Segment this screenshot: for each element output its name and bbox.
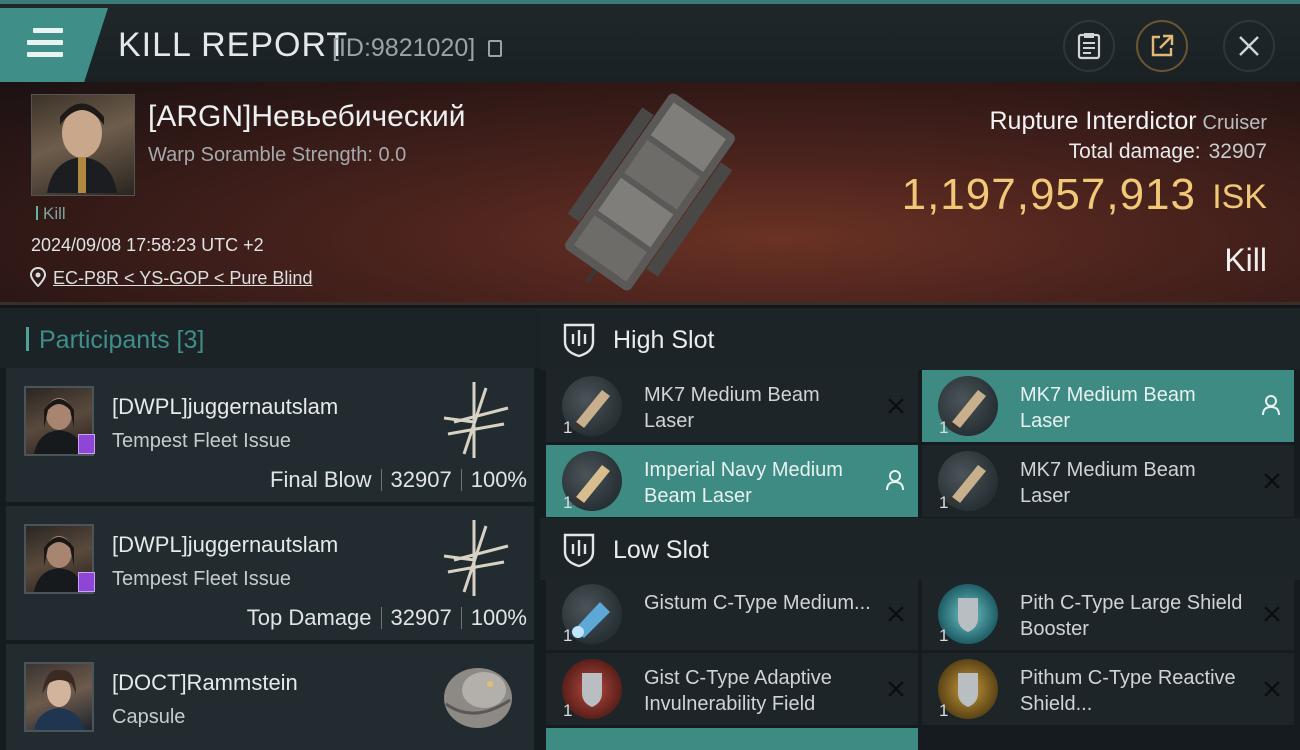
module-item[interactable]: 1 Pithum C-Type Reactive Shield... bbox=[922, 653, 1294, 725]
avatar bbox=[24, 662, 94, 732]
ship-icon bbox=[443, 520, 509, 596]
module-name: MK7 Medium Beam Laser bbox=[1020, 384, 1196, 432]
warp-scramble-strength: Warp Soramble Strength: 0.0 bbox=[148, 144, 407, 166]
status-badge bbox=[78, 572, 95, 592]
menu-icon bbox=[27, 28, 63, 64]
module-item[interactable]: 1 Gist C-Type Adaptive Invulnerability F… bbox=[546, 653, 918, 725]
clipboard-icon bbox=[1077, 33, 1101, 60]
participant-stats: Final Blow 32907 100% bbox=[270, 467, 527, 493]
victim-panel: [ARGN]Невьебический Warp Soramble Streng… bbox=[0, 82, 1300, 305]
page-title: KILL REPORT bbox=[118, 26, 349, 64]
participant-name[interactable]: [DWPL]juggernautslam bbox=[112, 394, 338, 420]
kill-tag: Kill bbox=[36, 204, 66, 224]
destroyed-icon bbox=[1264, 473, 1280, 489]
module-item[interactable]: 1 Imperial Navy Medium Beam Laser bbox=[546, 445, 918, 517]
share-button[interactable] bbox=[1136, 20, 1188, 72]
victim-name[interactable]: [ARGN]Невьебический bbox=[148, 100, 466, 134]
low-slot-header: Low Slot bbox=[540, 518, 1300, 580]
participant-percent: 100% bbox=[470, 605, 527, 630]
total-damage: Total damage: 32907 bbox=[1069, 140, 1267, 164]
victim-ship: Rupture Interdictor Cruiser bbox=[990, 107, 1268, 136]
destroyed-icon bbox=[888, 398, 904, 414]
module-qty: 1 bbox=[939, 626, 949, 645]
menu-button[interactable] bbox=[0, 8, 108, 82]
fitting-panel: High Slot 1 MK7 Medium Beam Laser 1 MK7 … bbox=[540, 308, 1300, 750]
module-name: Gist C-Type Adaptive Invulnerability Fie… bbox=[644, 667, 832, 715]
total-damage-label: Total damage: bbox=[1068, 140, 1201, 163]
ship-class: Cruiser bbox=[1202, 112, 1267, 134]
module-item-partial[interactable] bbox=[546, 728, 918, 750]
participant-name[interactable]: [DWPL]juggernautslam bbox=[112, 532, 338, 558]
module-name: Imperial Navy Medium Beam Laser bbox=[644, 459, 843, 507]
participant-row[interactable]: [DWPL]juggernautslam Tempest Fleet Issue… bbox=[6, 506, 534, 640]
participants-panel: Participants [3] [DWPL]juggernautslam Te… bbox=[0, 308, 540, 750]
low-slot-label: Low Slot bbox=[613, 536, 709, 564]
low-slot-icon bbox=[563, 533, 595, 568]
total-damage-value: 32907 bbox=[1208, 140, 1267, 163]
high-slot-icon bbox=[563, 323, 595, 358]
isk-value: 1,197,957,913 bbox=[901, 170, 1196, 219]
module-item[interactable]: 1 MK7 Medium Beam Laser bbox=[922, 445, 1294, 517]
destroyed-icon bbox=[1264, 606, 1280, 622]
participant-stats: Top Damage 32907 100% bbox=[247, 605, 527, 631]
report-id: [ID:9821020] bbox=[332, 34, 476, 62]
kill-report-window: KILL REPORT [ID:9821020] [ARGN]Невьебиче… bbox=[0, 0, 1300, 750]
copy-icon[interactable] bbox=[488, 40, 502, 57]
location-link[interactable]: EC-P8R < YS-GOP < Pure Blind bbox=[53, 268, 312, 289]
status-badge bbox=[78, 434, 95, 454]
module-qty: 1 bbox=[939, 493, 949, 512]
participants-title: Participants [3] bbox=[26, 326, 204, 355]
module-name: Gistum C-Type Medium... bbox=[644, 592, 871, 614]
module-item[interactable]: 1 Pith C-Type Large Shield Booster bbox=[922, 578, 1294, 650]
close-button[interactable] bbox=[1223, 20, 1275, 72]
module-item[interactable]: 1 MK7 Medium Beam Laser bbox=[922, 370, 1294, 442]
participant-ship: Capsule bbox=[112, 706, 186, 728]
top-bar: KILL REPORT [ID:9821020] bbox=[0, 0, 1300, 82]
high-slot-label: High Slot bbox=[613, 326, 715, 354]
participant-ship: Tempest Fleet Issue bbox=[112, 430, 291, 452]
module-qty: 1 bbox=[563, 493, 573, 512]
module-item[interactable]: 1 MK7 Medium Beam Laser bbox=[546, 370, 918, 442]
module-name: MK7 Medium Beam Laser bbox=[1020, 459, 1196, 507]
dropped-person-icon bbox=[1262, 395, 1280, 416]
high-slot-header: High Slot bbox=[540, 308, 1300, 370]
participant-damage: 32907 bbox=[390, 605, 452, 630]
participant-percent: 100% bbox=[470, 467, 527, 492]
ship-icon bbox=[443, 382, 509, 458]
location-pin-icon bbox=[30, 267, 46, 287]
share-icon bbox=[1151, 34, 1174, 57]
participant-row[interactable]: [DOCT]Rammstein Capsule bbox=[6, 644, 534, 750]
module-qty: 1 bbox=[563, 701, 573, 720]
participant-role: Top Damage bbox=[246, 605, 372, 630]
participant-name[interactable]: [DOCT]Rammstein bbox=[112, 670, 298, 696]
isk-label: ISK bbox=[1212, 178, 1267, 216]
destroyed-icon bbox=[888, 681, 904, 697]
participants-header: Participants [3] bbox=[0, 308, 540, 368]
destroyed-icon bbox=[1264, 681, 1280, 697]
close-icon bbox=[1239, 36, 1259, 56]
module-qty: 1 bbox=[563, 418, 573, 437]
ship-name: Rupture Interdictor bbox=[989, 107, 1197, 135]
portrait-icon bbox=[47, 103, 117, 193]
participant-role: Final Blow bbox=[270, 467, 372, 492]
dropped-person-icon bbox=[886, 470, 904, 491]
module-qty: 1 bbox=[939, 418, 949, 437]
participant-row[interactable]: [DWPL]juggernautslam Tempest Fleet Issue… bbox=[6, 368, 534, 502]
destroyed-icon bbox=[888, 606, 904, 622]
module-name: MK7 Medium Beam Laser bbox=[644, 384, 820, 432]
ship-image bbox=[565, 93, 735, 291]
module-qty: 1 bbox=[939, 701, 949, 720]
participant-damage: 32907 bbox=[390, 467, 452, 492]
module-item[interactable]: 1 Gistum C-Type Medium... bbox=[546, 578, 918, 650]
victim-avatar[interactable] bbox=[31, 94, 135, 196]
module-name: Pith C-Type Large Shield Booster bbox=[1020, 592, 1243, 640]
clipboard-button[interactable] bbox=[1063, 20, 1115, 72]
participant-ship: Tempest Fleet Issue bbox=[112, 568, 291, 590]
capsule-icon bbox=[444, 668, 512, 728]
kill-timestamp: 2024/09/08 17:58:23 UTC +2 bbox=[31, 235, 264, 255]
module-name: Pithum C-Type Reactive Shield... bbox=[1020, 667, 1236, 715]
module-qty: 1 bbox=[563, 626, 573, 645]
result-label: Kill bbox=[1224, 242, 1267, 278]
